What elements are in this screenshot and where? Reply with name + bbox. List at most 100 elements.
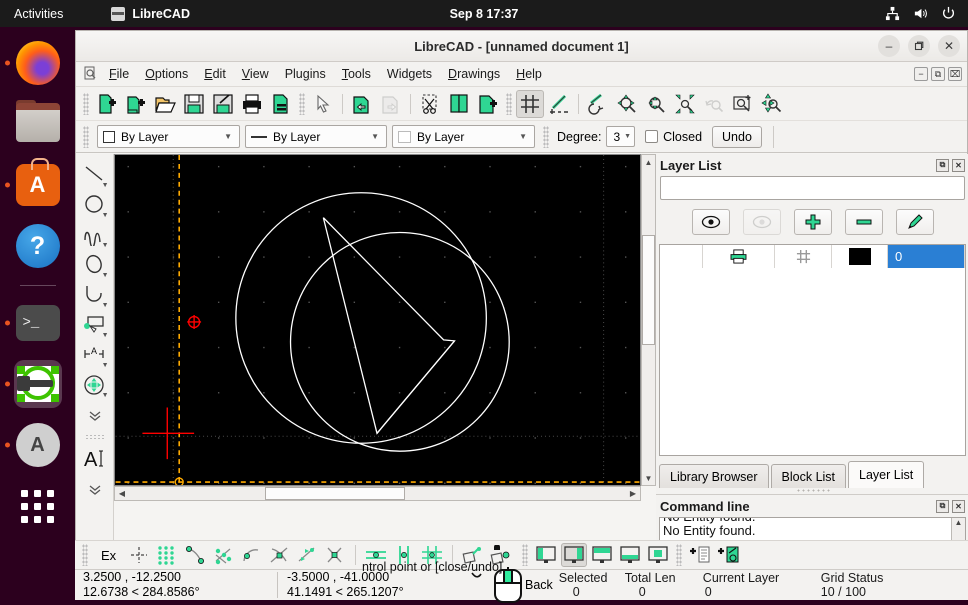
menu-options[interactable]: Options [137, 65, 196, 83]
float-command-line-button[interactable]: ⧉ [936, 500, 949, 513]
redraw-button[interactable] [584, 90, 612, 118]
dock-widget-button[interactable] [561, 543, 587, 567]
print-preview-button[interactable] [267, 90, 295, 118]
menu-drawings[interactable]: Drawings [440, 65, 508, 83]
chevron-down-icon[interactable]: ▼ [102, 362, 109, 369]
tab-layer-list[interactable]: Layer List [848, 461, 924, 488]
checkbox-box[interactable] [645, 130, 658, 143]
show-applications-button[interactable] [14, 482, 62, 530]
menu-plugins[interactable]: Plugins [277, 65, 334, 83]
chevron-down-icon[interactable]: ▼ [514, 132, 532, 141]
close-button[interactable]: ✕ [938, 35, 960, 57]
snap-grid-icon[interactable] [154, 543, 180, 567]
chevron-down-icon[interactable]: ▼ [102, 242, 109, 249]
degree-combo[interactable]: 3 ▼ [606, 126, 635, 147]
close-panel-button[interactable]: ✕ [952, 159, 965, 172]
layer-print-cell[interactable] [703, 245, 775, 268]
float-panel-button[interactable]: ⧉ [936, 159, 949, 172]
chevron-down-icon[interactable]: ▼ [102, 212, 109, 219]
polyline-tool[interactable]: ▼ [80, 310, 110, 340]
snap-toolbar-grip-2[interactable] [522, 544, 528, 566]
dock-item-firefox[interactable] [14, 39, 62, 87]
layer-visible-cell[interactable] [660, 245, 703, 268]
new-from-template-button[interactable] [122, 90, 150, 118]
chevron-down-icon[interactable]: ▼ [102, 182, 109, 189]
layer-color-cell[interactable] [832, 245, 888, 268]
snap-free-icon[interactable] [126, 543, 152, 567]
modify-tool[interactable]: ▼ [80, 370, 110, 400]
chevron-down-icon[interactable]: ▼ [624, 133, 631, 140]
dock-item-software-updater[interactable]: A [14, 421, 62, 469]
mdi-minimize-button[interactable]: − [914, 67, 928, 81]
dock-item-ubuntu-software[interactable]: A [14, 161, 62, 209]
circle-tool[interactable]: ▼ [80, 190, 110, 220]
line-tool[interactable]: ▼ [80, 160, 110, 190]
more-tools-button-2[interactable] [80, 474, 110, 504]
zoom-previous-button[interactable] [700, 90, 728, 118]
save-as-button[interactable] [209, 90, 237, 118]
system-tray[interactable] [885, 6, 956, 21]
new-file-button[interactable] [93, 90, 121, 118]
canvas-horizontal-scrollbar[interactable]: ◀ ▶ [114, 486, 641, 501]
document-search-icon[interactable] [83, 66, 99, 82]
canvas-vertical-scrollbar[interactable]: ▲ ▼ [641, 154, 656, 486]
vscroll-thumb[interactable] [642, 235, 655, 345]
power-icon[interactable] [941, 6, 956, 21]
menu-file[interactable]: FFileile [101, 65, 137, 83]
scroll-down-arrow[interactable]: ▼ [642, 471, 655, 485]
text-tool[interactable]: A [80, 444, 110, 474]
mdi-close-button[interactable]: ⌧ [948, 67, 962, 81]
scroll-left-arrow[interactable]: ◀ [115, 487, 129, 500]
menu-tools[interactable]: Tools [334, 65, 379, 83]
zoom-auto-button[interactable] [671, 90, 699, 118]
edit-layer-button[interactable] [896, 209, 934, 235]
mdi-restore-button[interactable]: ⧉ [931, 67, 945, 81]
tab-block-list[interactable]: Block List [771, 464, 847, 488]
snap-distance-icon[interactable] [294, 543, 320, 567]
more-tools-button[interactable] [80, 400, 110, 430]
options-toolbar-grip[interactable] [83, 126, 89, 148]
linewidth-combo[interactable]: By Layer ▼ [392, 125, 535, 148]
add-text-button[interactable] [687, 543, 713, 567]
dimension-tool[interactable]: A ▼ [80, 340, 110, 370]
dock-item-terminal[interactable]: >_ [14, 299, 62, 347]
toolbar-grip[interactable] [83, 93, 89, 115]
ellipse-tool[interactable]: ▼ [80, 250, 110, 280]
snap-intersection-icon[interactable] [322, 543, 348, 567]
toolbar-grip-2[interactable] [299, 93, 305, 115]
chevron-down-icon[interactable]: ▼ [219, 132, 237, 141]
linetype-combo[interactable]: By Layer ▼ [245, 125, 387, 148]
layer-table[interactable]: 0 [659, 244, 966, 456]
tools-toolbar-grip[interactable] [85, 434, 105, 440]
snap-toolbar-grip[interactable] [82, 544, 88, 566]
menu-help[interactable]: Help [508, 65, 550, 83]
layer-name-cell[interactable]: 0 [888, 245, 965, 268]
open-button[interactable] [151, 90, 179, 118]
save-button[interactable] [180, 90, 208, 118]
print-button[interactable] [238, 90, 266, 118]
options-toolbar-grip-2[interactable] [543, 126, 549, 148]
add-drawing-button[interactable] [715, 543, 741, 567]
network-icon[interactable] [885, 6, 900, 21]
dock-left-button[interactable] [533, 543, 559, 567]
show-all-layers-button[interactable] [692, 209, 730, 235]
tab-library-browser[interactable]: Library Browser [659, 464, 769, 488]
hscroll-thumb[interactable] [265, 487, 405, 500]
close-command-line-button[interactable]: ✕ [952, 500, 965, 513]
layer-filter-input[interactable] [660, 176, 965, 200]
chevron-down-icon[interactable]: ▼ [102, 302, 109, 309]
dock-top-button[interactable] [589, 543, 615, 567]
spline-tool[interactable]: ▼ [80, 220, 110, 250]
snap-center-icon[interactable] [238, 543, 264, 567]
dock-bottom-button[interactable] [617, 543, 643, 567]
layer-lock-cell[interactable] [775, 245, 832, 268]
chevron-down-icon[interactable]: ▼ [366, 132, 384, 141]
undo-button[interactable] [348, 90, 376, 118]
snap-toolbar-grip-3[interactable] [676, 544, 682, 566]
toggle-grid-button[interactable] [516, 90, 544, 118]
chevron-down-icon[interactable]: ▼ [102, 332, 109, 339]
dock-item-help[interactable]: ? [14, 222, 62, 270]
snap-entity-icon[interactable] [210, 543, 236, 567]
zoom-pan-button[interactable] [758, 90, 786, 118]
menu-edit[interactable]: Edit [196, 65, 234, 83]
